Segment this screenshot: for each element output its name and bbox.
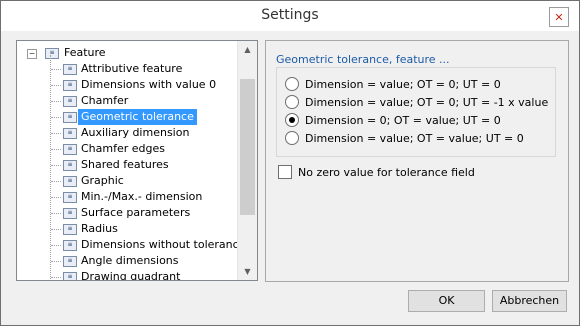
title-bar: Settings ✕ (1, 1, 579, 31)
feature-node-icon: ≡ (63, 144, 77, 155)
tree-item[interactable]: ≡ Shared features (17, 157, 238, 173)
tree-item-label: Graphic (81, 174, 124, 187)
tree-item[interactable]: ≡ Chamfer (17, 93, 238, 109)
tree-item[interactable]: ≡ Geometric tolerance (17, 109, 238, 125)
tree-branch-line (51, 277, 61, 278)
feature-node-icon: ≡ (63, 224, 77, 235)
tree-item[interactable]: ≡ Attributive feature (17, 61, 238, 77)
tolerance-options-group: Dimension = value; OT = 0; UT = 0 Dimensi… (276, 67, 556, 157)
feature-node-icon: ≡ (63, 112, 77, 123)
feature-node-icon: ≡ (63, 96, 77, 107)
tree-item[interactable]: ≡ Chamfer edges (17, 141, 238, 157)
settings-panel: Geometric tolerance, feature ... Dimensi… (265, 40, 569, 282)
tree-item[interactable]: ≡ Angle dimensions (17, 253, 238, 269)
tree-item-label: Min.-/Max.- dimension (81, 190, 203, 203)
radio-button[interactable] (285, 131, 299, 145)
tolerance-option[interactable]: Dimension = value; OT = value; UT = 0 (285, 130, 524, 146)
tolerance-option-label: Dimension = 0; OT = value; UT = 0 (305, 113, 501, 127)
tree-content: − ≡ Feature ≡ Attributive feature ≡ Dimensi… (17, 41, 238, 280)
tree-branch-line (51, 149, 61, 150)
tolerance-option-label: Dimension = value; OT = 0; UT = 0 (305, 77, 501, 91)
feature-node-icon: ≡ (63, 256, 77, 267)
radio-button[interactable] (285, 95, 299, 109)
tree-item-label: Auxiliary dimension (81, 126, 190, 139)
feature-node-icon: ≡ (63, 192, 77, 203)
tree-item[interactable]: ≡ Graphic (17, 173, 238, 189)
tree-branch-line (51, 133, 61, 134)
tree-scrollbar[interactable]: ▲ ▼ (237, 41, 257, 280)
tree-item-label: Angle dimensions (81, 254, 179, 267)
tolerance-option[interactable]: Dimension = value; OT = 0; UT = 0 (285, 76, 501, 92)
feature-node-icon: ≡ (63, 64, 77, 75)
feature-node-icon: ≡ (63, 272, 77, 280)
feature-node-icon: ≡ (63, 176, 77, 187)
tree-item-label: Dimensions with value 0 (81, 78, 217, 91)
tolerance-option-label: Dimension = value; OT = 0; UT = -1 x val… (305, 95, 549, 109)
tree-item-label: Attributive feature (81, 62, 183, 75)
tree-item[interactable]: ≡ Dimensions without tolerance (17, 237, 238, 253)
tree-branch-line (51, 197, 61, 198)
tree-item[interactable]: ≡ Min.-/Max.- dimension (17, 189, 238, 205)
tree-item-label: Surface parameters (81, 206, 191, 219)
feature-node-icon: ≡ (63, 80, 77, 91)
dialog-title: Settings (261, 7, 319, 23)
tolerance-option[interactable]: Dimension = value; OT = 0; UT = -1 x val… (285, 94, 548, 110)
feature-node-icon: ≡ (63, 128, 77, 139)
tree-item-label: Dimensions without tolerance (81, 238, 238, 251)
tree-branch-line (51, 69, 61, 70)
feature-node-icon: ≡ (63, 208, 77, 219)
cancel-button[interactable]: Abbrechen (492, 290, 567, 312)
tree-item-label: Chamfer edges (81, 142, 165, 155)
feature-node-icon: ≡ (45, 48, 59, 59)
tree-item-label: Drawing quadrant (81, 270, 181, 280)
tree-branch-line (51, 85, 61, 86)
scroll-up-icon[interactable]: ▲ (238, 41, 257, 58)
group-title: Geometric tolerance, feature ... (276, 53, 450, 66)
tree-item-label: Geometric tolerance (78, 109, 197, 125)
tree-root-label: Feature (64, 46, 106, 59)
no-zero-checkbox[interactable] (278, 165, 292, 179)
feature-tree[interactable]: − ≡ Feature ≡ Attributive feature ≡ Dimensi… (16, 40, 258, 281)
radio-button[interactable] (285, 113, 299, 127)
tree-branch-line (51, 117, 61, 118)
settings-dialog: Settings ✕ − ≡ Feature ≡ Attributive feat… (0, 0, 580, 326)
tree-item-label: Radius (81, 222, 118, 235)
feature-node-icon: ≡ (63, 160, 77, 171)
tree-branch-line (51, 229, 61, 230)
close-button[interactable]: ✕ (549, 7, 569, 27)
close-icon: ✕ (554, 10, 564, 24)
tree-item-label: Chamfer (81, 94, 129, 107)
tree-item[interactable]: ≡ Auxiliary dimension (17, 125, 238, 141)
tree-branch-line (51, 213, 61, 214)
tree-branch-line (51, 101, 61, 102)
scroll-down-icon[interactable]: ▼ (238, 263, 257, 280)
tree-item[interactable]: ≡ Dimensions with value 0 (17, 77, 238, 93)
tree-branch-line (51, 181, 61, 182)
tree-branch-line (51, 261, 61, 262)
tree-branch-line (51, 165, 61, 166)
tolerance-option[interactable]: Dimension = 0; OT = value; UT = 0 (285, 112, 501, 128)
tree-branch-line (51, 245, 61, 246)
tree-item-label: Shared features (81, 158, 169, 171)
no-zero-checkbox-label: No zero value for tolerance field (298, 165, 475, 179)
tree-item[interactable]: ≡ Drawing quadrant (17, 269, 238, 280)
tree-item[interactable]: ≡ Surface parameters (17, 205, 238, 221)
scroll-thumb[interactable] (240, 79, 255, 215)
feature-node-icon: ≡ (63, 240, 77, 251)
no-zero-checkbox-row[interactable]: No zero value for tolerance field (278, 164, 475, 180)
ok-button[interactable]: OK (408, 290, 485, 312)
collapse-icon[interactable]: − (27, 49, 37, 59)
radio-button[interactable] (285, 77, 299, 91)
tolerance-option-label: Dimension = value; OT = value; UT = 0 (305, 131, 524, 145)
tree-item[interactable]: ≡ Radius (17, 221, 238, 237)
